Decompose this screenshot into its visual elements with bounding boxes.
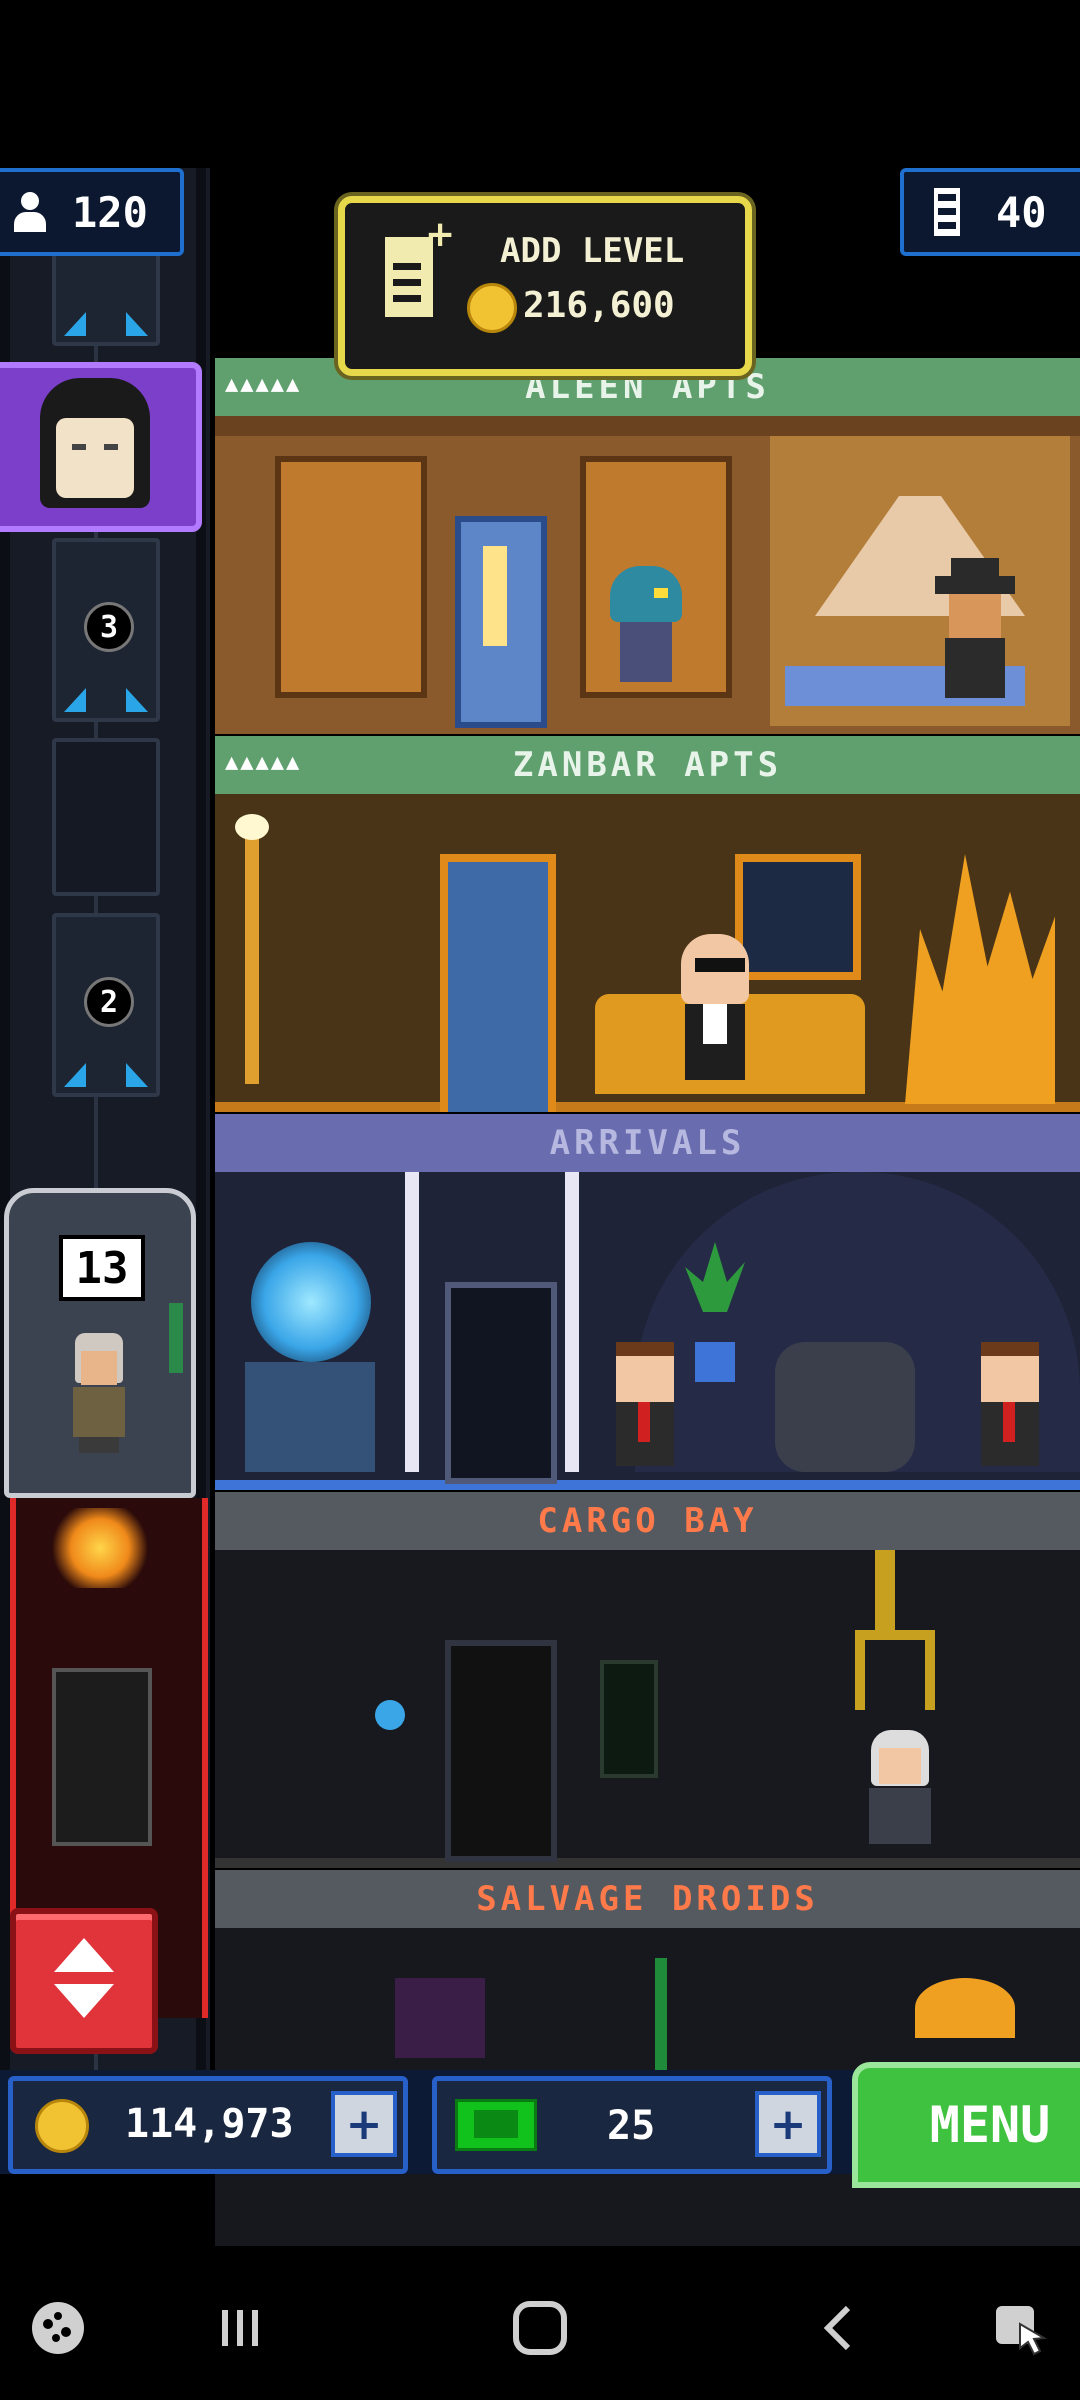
floor-rating: ▲▲▲▲▲: [225, 372, 302, 397]
home-icon[interactable]: [500, 2268, 580, 2388]
population-icon: [12, 190, 48, 234]
add-bux-button[interactable]: +: [755, 2091, 821, 2157]
room-apartment[interactable]: [215, 794, 1080, 1112]
floor-count: 40: [996, 187, 1047, 237]
floors-icon: [934, 188, 960, 236]
add-level-label: ADD LEVEL: [500, 231, 685, 271]
game-launcher-icon[interactable]: [18, 2268, 98, 2388]
floor-sign: SALVAGE DROIDS: [215, 1870, 1080, 1928]
arrow-down-icon: [54, 1984, 114, 2018]
bitizen-alien[interactable]: [610, 566, 682, 696]
menu-button[interactable]: MENU: [852, 2062, 1080, 2188]
elevator-floor-display: 13: [59, 1235, 145, 1301]
coin-icon: [467, 283, 517, 333]
coin-balance: 114,973: [125, 2101, 294, 2147]
elevator-car[interactable]: 13: [4, 1188, 196, 1498]
recent-apps-icon[interactable]: [200, 2268, 280, 2388]
add-coins-button[interactable]: +: [331, 2091, 397, 2157]
bux-icon: [455, 2099, 537, 2151]
back-icon[interactable]: [800, 2268, 880, 2388]
population-counter[interactable]: 120: [0, 168, 184, 256]
floor-name: SALVAGE DROIDS: [476, 1879, 819, 1919]
bitizen-cowboy[interactable]: [935, 558, 1015, 706]
bitizen-visitor[interactable]: [610, 1342, 680, 1472]
floor-sign: CARGO BAY: [215, 1492, 1080, 1550]
floor-name: ARRIVALS: [549, 1123, 746, 1163]
elevator-stop-number: 2: [84, 977, 134, 1027]
elevator-stop-2[interactable]: 2: [52, 913, 160, 1097]
add-level-cost: 216,600: [523, 285, 675, 326]
elevator-stop-3[interactable]: 3: [52, 538, 160, 722]
floor-name: ZANBAR APTS: [512, 745, 783, 785]
floor-name: CARGO BAY: [537, 1501, 758, 1541]
add-level-icon: +: [385, 217, 455, 317]
coins-panel[interactable]: 114,973 +: [8, 2076, 408, 2174]
population-count: 120: [72, 187, 148, 237]
room-service[interactable]: [215, 1550, 1080, 1868]
coin-icon: [35, 2099, 89, 2153]
floor-sign: ▲▲▲▲▲ ZANBAR APTS: [215, 736, 1080, 794]
room-lobby[interactable]: [215, 1172, 1080, 1490]
bitizen-worker[interactable]: [865, 1730, 935, 1850]
room-apartment[interactable]: [215, 416, 1080, 734]
avatar: [40, 378, 150, 508]
floor-rating: ▲▲▲▲▲: [225, 750, 302, 775]
elevator-passenger: [69, 1333, 129, 1453]
bitizen-glasses[interactable]: [675, 934, 755, 1094]
add-level-button[interactable]: + ADD LEVEL 216,600: [338, 196, 752, 376]
menu-label: MENU: [929, 2096, 1051, 2154]
notification-avatar[interactable]: [0, 362, 202, 532]
bux-panel[interactable]: 25 +: [432, 2076, 832, 2174]
elevator-stop[interactable]: [52, 248, 160, 346]
screenshot-assist-icon[interactable]: [980, 2268, 1060, 2388]
floor-sign: ARRIVALS: [215, 1114, 1080, 1172]
elevator-updown-button[interactable]: [10, 1908, 158, 2054]
elevator-stop-number: 3: [84, 602, 134, 652]
arrow-up-icon: [54, 1938, 114, 1972]
elevator-stop[interactable]: [52, 738, 160, 896]
bux-balance: 25: [607, 2103, 656, 2149]
floor-counter[interactable]: 40: [900, 168, 1080, 256]
bitizen-visitor[interactable]: [975, 1342, 1045, 1472]
